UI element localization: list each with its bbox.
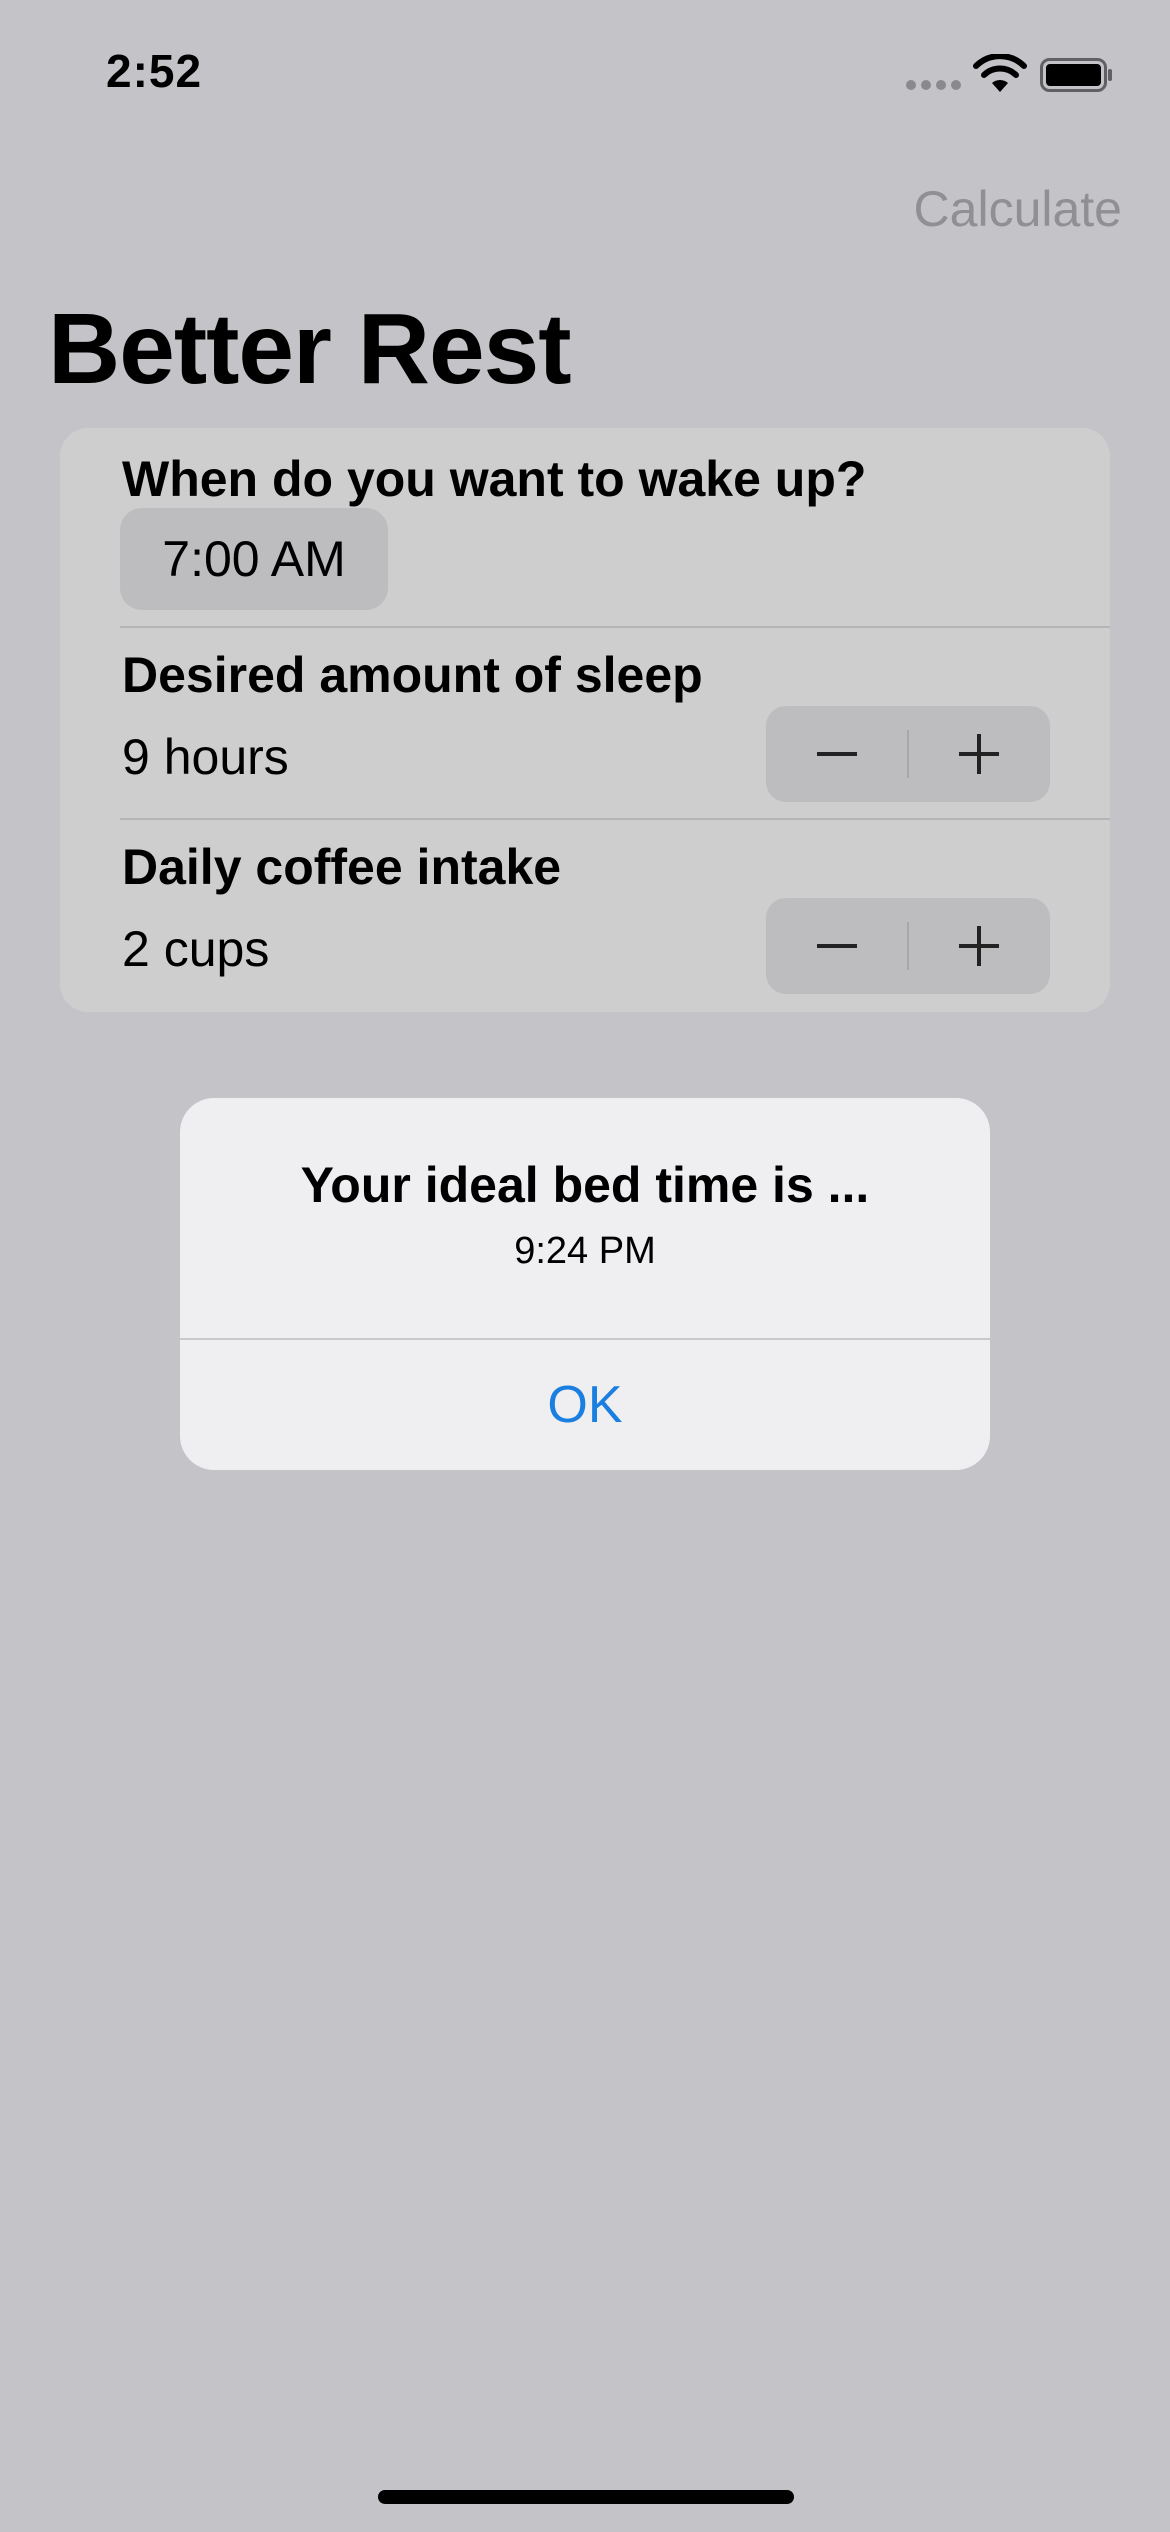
coffee-decrement-button[interactable] <box>766 898 908 994</box>
minus-icon <box>817 944 857 948</box>
alert-message: 9:24 PM <box>514 1230 656 1272</box>
wake-up-label: When do you want to wake up? <box>122 451 867 507</box>
home-indicator[interactable] <box>378 2490 794 2504</box>
coffee-stepper <box>766 898 1050 994</box>
sleep-value: 9 hours <box>122 729 289 785</box>
cellular-signal-icon <box>906 80 962 92</box>
sleep-label: Desired amount of sleep <box>122 647 703 703</box>
plus-icon <box>959 734 999 774</box>
wake-up-section: When do you want to wake up? 7:00 AM <box>60 428 1110 624</box>
sleep-decrement-button[interactable] <box>766 706 908 802</box>
sleep-section: Desired amount of sleep 9 hours <box>60 628 1110 818</box>
alert-title: Your ideal bed time is ... <box>300 1157 870 1213</box>
minus-icon <box>817 752 857 756</box>
alert-ok-button[interactable]: OK <box>180 1340 990 1470</box>
coffee-label: Daily coffee intake <box>122 839 562 895</box>
status-bar: 2:52 <box>0 0 1170 140</box>
wifi-icon <box>973 54 1027 92</box>
wake-up-time-picker[interactable]: 7:00 AM <box>120 508 388 610</box>
settings-form: When do you want to wake up? 7:00 AM Des… <box>60 428 1110 1012</box>
coffee-section: Daily coffee intake 2 cups <box>60 820 1110 1012</box>
status-time: 2:52 <box>106 45 203 97</box>
page-title: Better Rest <box>48 293 571 405</box>
coffee-increment-button[interactable] <box>908 898 1050 994</box>
sleep-increment-button[interactable] <box>908 706 1050 802</box>
bedtime-alert: Your ideal bed time is ... 9:24 PM OK <box>180 1098 990 1470</box>
coffee-value: 2 cups <box>122 921 270 977</box>
plus-icon <box>959 926 999 966</box>
sleep-stepper <box>766 706 1050 802</box>
calculate-button[interactable]: Calculate <box>914 180 1122 238</box>
battery-icon <box>1040 58 1112 92</box>
